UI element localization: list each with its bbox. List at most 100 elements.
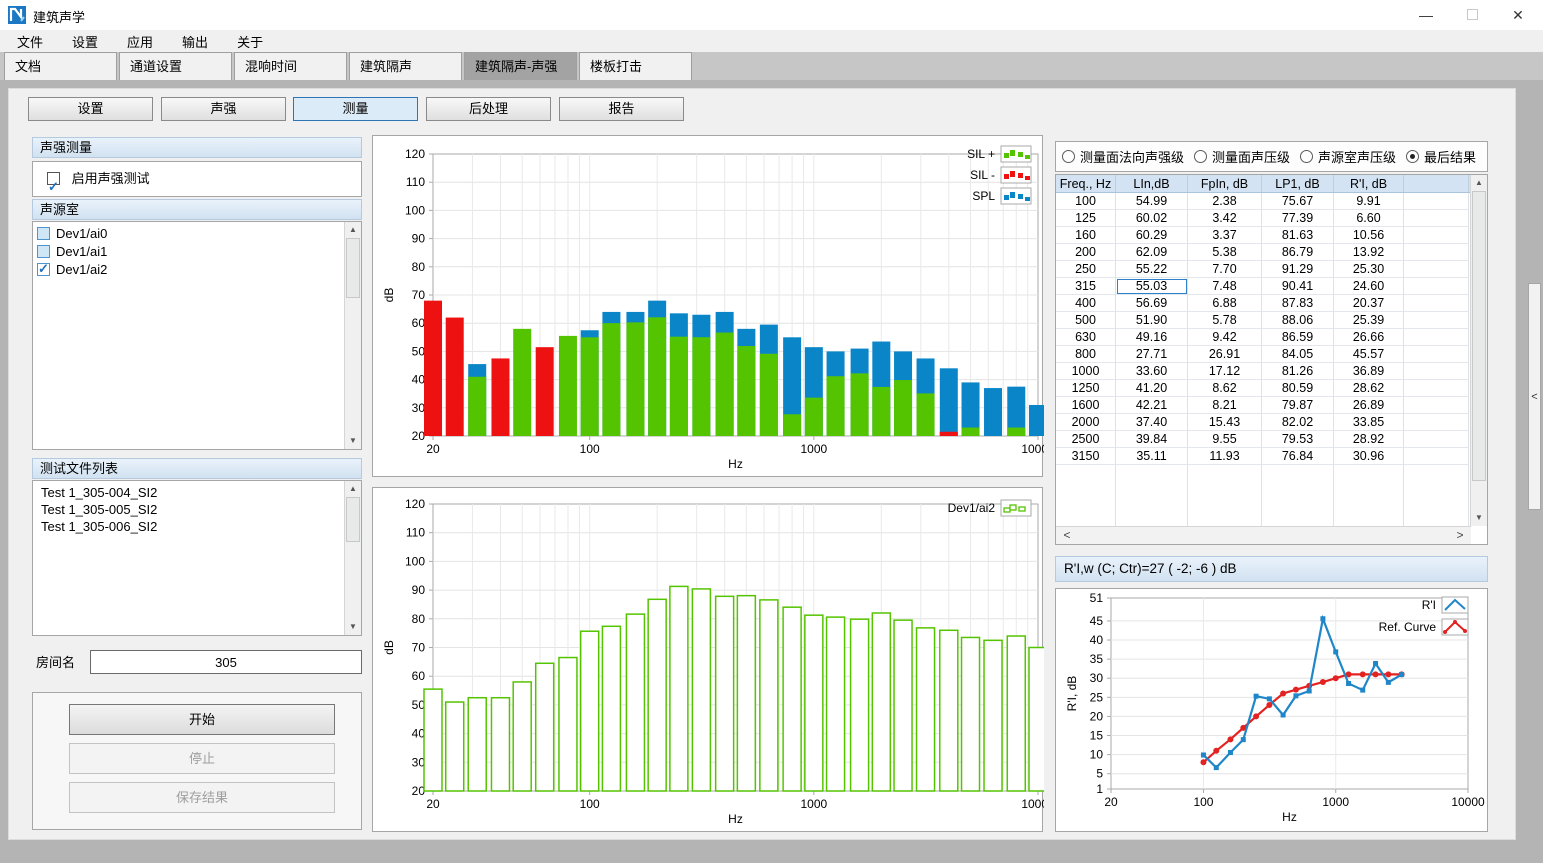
start-button[interactable]: 开始 [69,704,335,735]
scroll-up-icon[interactable]: ▲ [345,222,361,238]
table-cell[interactable] [1056,465,1116,482]
table-cell[interactable] [1404,278,1469,295]
radio-icon[interactable] [1406,150,1419,163]
table-cell[interactable]: 3.37 [1188,227,1262,244]
table-cell[interactable]: 400 [1056,295,1116,312]
menu-item-3[interactable]: 输出 [174,30,216,53]
stop-button[interactable]: 停止 [69,743,335,774]
table-hscrollbar[interactable]: < > [1056,526,1471,544]
table-cell[interactable]: 39.84 [1116,431,1188,448]
table-cell[interactable]: 27.71 [1116,346,1188,363]
table-cell[interactable]: 60.02 [1116,210,1188,227]
main-tab-3[interactable]: 建筑隔声 [349,52,462,80]
table-cell[interactable] [1404,210,1469,227]
table-cell[interactable] [1404,414,1469,431]
table-cell[interactable] [1262,499,1334,516]
table-cell[interactable]: 2.38 [1188,193,1262,210]
scroll-down-icon[interactable]: ▼ [1471,510,1487,526]
table-cell[interactable]: 55.22 [1116,261,1188,278]
scroll-down-icon[interactable]: ▼ [345,619,361,635]
table-cell[interactable]: 9.42 [1188,329,1262,346]
collapse-panel-button[interactable]: < [1528,283,1541,510]
table-cell[interactable]: 11.93 [1188,448,1262,465]
table-cell[interactable] [1404,312,1469,329]
table-cell[interactable] [1116,499,1188,516]
table-cell[interactable]: 90.41 [1262,278,1334,295]
main-tab-1[interactable]: 通道设置 [119,52,232,80]
table-cell[interactable]: 26.91 [1188,346,1262,363]
table-cell[interactable]: 60.29 [1116,227,1188,244]
table-cell[interactable]: 800 [1056,346,1116,363]
table-cell[interactable] [1334,482,1404,499]
table-cell[interactable]: 1250 [1056,380,1116,397]
table-cell[interactable]: 79.87 [1262,397,1334,414]
sub-tab-3[interactable]: 后处理 [426,97,551,121]
menu-item-1[interactable]: 设置 [64,30,106,53]
maximize-button[interactable] [1449,0,1495,30]
table-cell[interactable] [1404,465,1469,482]
table-cell[interactable]: 33.85 [1334,414,1404,431]
table-cell[interactable]: 250 [1056,261,1116,278]
table-cell[interactable]: 7.48 [1188,278,1262,295]
radio-icon[interactable] [1194,150,1207,163]
table-cell[interactable]: 125 [1056,210,1116,227]
table-cell[interactable] [1334,465,1404,482]
table-cell[interactable]: 84.05 [1262,346,1334,363]
table-cell[interactable]: 25.39 [1334,312,1404,329]
table-cell[interactable] [1404,431,1469,448]
table-vscrollbar[interactable]: ▲ ▼ [1470,175,1487,526]
test-file-item-2[interactable]: Test 1_305-006_SI2 [33,518,361,535]
table-cell[interactable] [1404,227,1469,244]
room-name-input[interactable] [90,650,362,674]
table-cell[interactable]: 500 [1056,312,1116,329]
table-cell[interactable]: 5.38 [1188,244,1262,261]
table-cell[interactable]: 77.39 [1262,210,1334,227]
scroll-up-icon[interactable]: ▲ [1471,175,1487,191]
table-cell[interactable] [1056,482,1116,499]
table-cell[interactable]: 2500 [1056,431,1116,448]
table-cell[interactable]: 15.43 [1188,414,1262,431]
table-cell[interactable]: 200 [1056,244,1116,261]
table-cell[interactable]: 3.42 [1188,210,1262,227]
table-cell[interactable] [1116,465,1188,482]
radio-icon[interactable] [1300,150,1313,163]
sub-tab-2[interactable]: 测量 [293,97,418,121]
table-cell[interactable]: 76.84 [1262,448,1334,465]
table-cell[interactable]: 87.83 [1262,295,1334,312]
table-cell[interactable]: 75.67 [1262,193,1334,210]
table-cell[interactable] [1056,499,1116,516]
table-cell[interactable] [1404,380,1469,397]
scrollbar-thumb[interactable] [1472,191,1486,481]
table-cell[interactable] [1404,193,1469,210]
table-cell[interactable] [1334,499,1404,516]
test-file-item-1[interactable]: Test 1_305-005_SI2 [33,501,361,518]
table-cell[interactable]: 86.79 [1262,244,1334,261]
table-cell[interactable]: 13.92 [1334,244,1404,261]
sub-tab-0[interactable]: 设置 [28,97,153,121]
table-cell[interactable]: 81.26 [1262,363,1334,380]
table-cell[interactable]: 79.53 [1262,431,1334,448]
table-cell[interactable]: 7.70 [1188,261,1262,278]
table-cell[interactable]: 8.62 [1188,380,1262,397]
channel-list-scrollbar[interactable]: ▲ ▼ [344,222,361,449]
main-tab-2[interactable]: 混响时间 [234,52,347,80]
table-cell[interactable] [1404,329,1469,346]
table-cell[interactable]: 51.90 [1116,312,1188,329]
table-cell[interactable]: 1600 [1056,397,1116,414]
table-cell[interactable] [1116,482,1188,499]
sub-tab-4[interactable]: 报告 [559,97,684,121]
table-cell[interactable]: 33.60 [1116,363,1188,380]
table-cell[interactable]: 49.16 [1116,329,1188,346]
table-cell[interactable]: 88.06 [1262,312,1334,329]
table-cell[interactable]: 6.88 [1188,295,1262,312]
table-cell[interactable]: 80.59 [1262,380,1334,397]
table-cell[interactable]: 9.55 [1188,431,1262,448]
close-button[interactable]: ✕ [1495,0,1541,30]
table-cell[interactable] [1188,499,1262,516]
scroll-left-icon[interactable]: < [1058,527,1076,544]
table-cell[interactable]: 41.20 [1116,380,1188,397]
table-cell[interactable]: 86.59 [1262,329,1334,346]
table-cell[interactable] [1188,465,1262,482]
table-cell[interactable]: 82.02 [1262,414,1334,431]
table-cell[interactable] [1188,482,1262,499]
